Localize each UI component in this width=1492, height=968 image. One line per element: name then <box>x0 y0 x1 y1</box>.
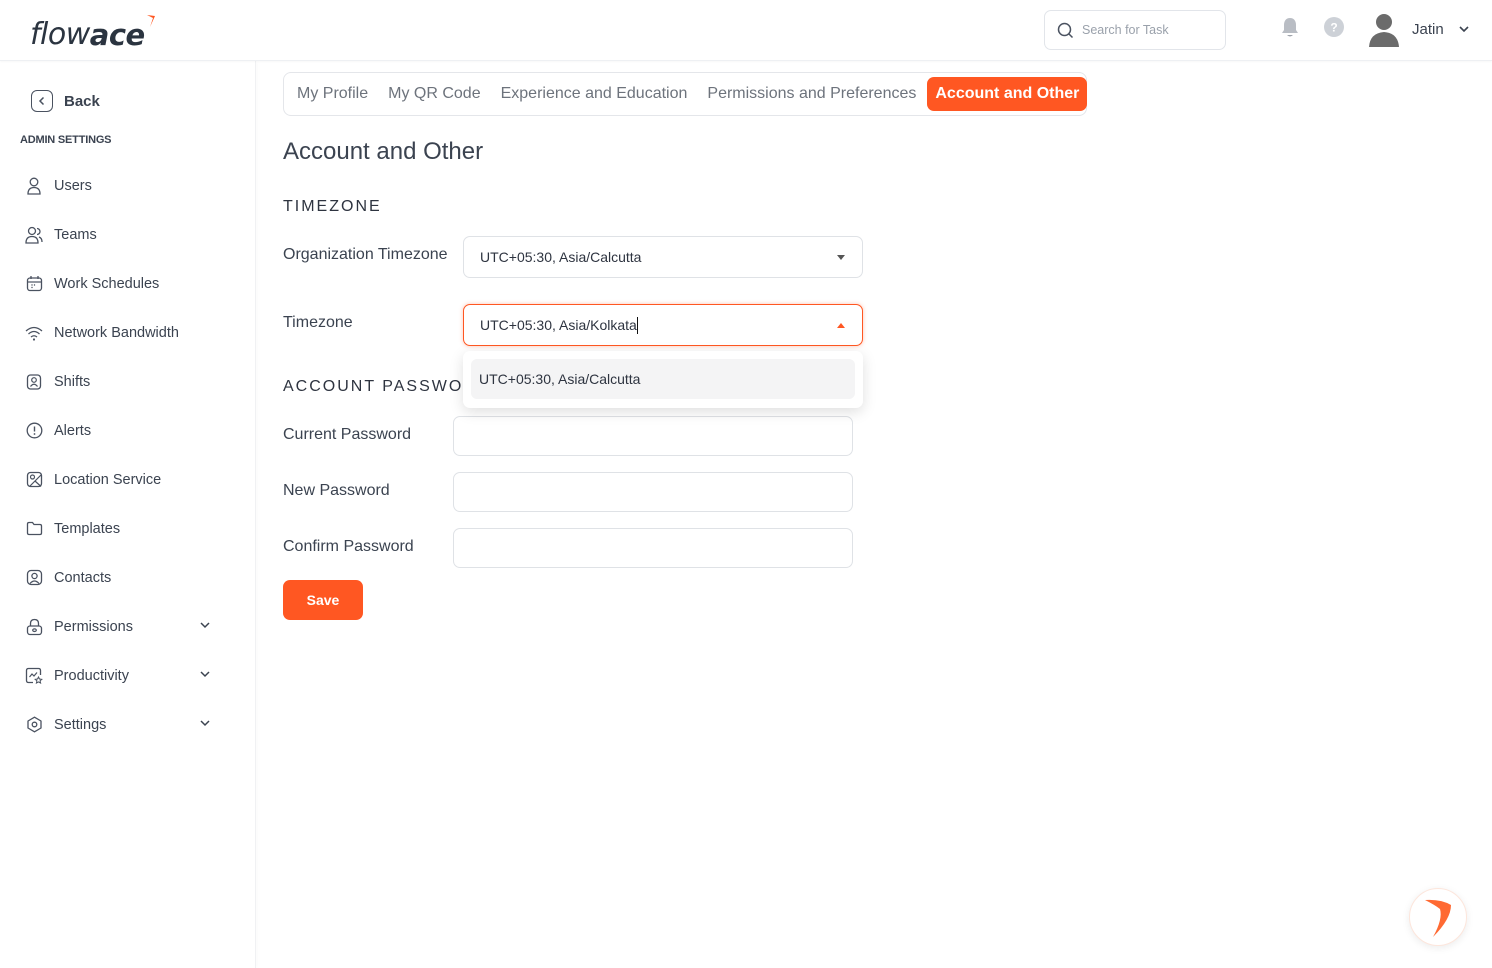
chevron-down-icon <box>200 622 210 629</box>
current-password-input[interactable] <box>453 416 853 456</box>
sidebar-item-label: Templates <box>54 520 121 537</box>
tab-my-qr-code[interactable]: My QR Code <box>381 77 487 111</box>
sidebar-item-shifts[interactable]: Shifts <box>25 357 225 406</box>
chevron-down-icon <box>200 671 210 678</box>
sidebar-item-work-schedules[interactable]: Work Schedules <box>25 259 225 308</box>
top-bar: flowace ? Jatin <box>0 0 1492 61</box>
sidebar-item-contacts[interactable]: Contacts <box>25 553 225 602</box>
caret-up-icon <box>837 323 845 328</box>
sidebar-item-location-service[interactable]: Location Service <box>25 455 225 504</box>
productivity-chart-icon <box>25 667 43 685</box>
timezone-section-heading: TIMEZONE <box>283 198 382 215</box>
sidebar-item-alerts[interactable]: Alerts <box>25 406 225 455</box>
sidebar-item-label: Teams <box>54 226 97 243</box>
flowace-logo[interactable]: flow ace <box>30 10 155 50</box>
alert-circle-icon <box>25 422 43 440</box>
svg-text:?: ? <box>1330 21 1337 35</box>
chevron-down-icon <box>200 720 210 727</box>
logo-swoosh-icon <box>146 15 155 27</box>
profile-tabs: My Profile My QR Code Experience and Edu… <box>283 72 1088 116</box>
org-timezone-label: Organization Timezone <box>283 246 448 263</box>
calendar-icon <box>25 275 43 293</box>
org-timezone-select[interactable]: UTC+05:30, Asia/Calcutta <box>463 236 863 278</box>
sidebar-item-label: Location Service <box>54 471 162 488</box>
text-cursor <box>636 316 638 334</box>
user-name: Jatin <box>1412 20 1444 38</box>
tab-experience-and-education[interactable]: Experience and Education <box>494 77 695 111</box>
timezone-dropdown-menu: UTC+05:30, Asia/Calcutta <box>463 351 863 408</box>
back-button[interactable]: Back <box>31 90 100 112</box>
sidebar-item-settings[interactable]: Settings <box>25 700 225 749</box>
new-password-label: New Password <box>283 482 390 499</box>
user-icon <box>25 177 43 195</box>
sidebar-item-label: Work Schedules <box>54 275 160 292</box>
timezone-input-value[interactable]: UTC+05:30, Asia/Kolkata <box>480 317 637 333</box>
sidebar: Back ADMIN SETTINGS Users Teams Work Sch… <box>0 61 256 968</box>
confirm-password-input[interactable] <box>453 528 853 568</box>
timezone-option[interactable]: UTC+05:30, Asia/Calcutta <box>471 359 855 399</box>
sidebar-item-label: Network Bandwidth <box>54 324 179 341</box>
notifications-bell-icon[interactable] <box>1281 17 1299 44</box>
tab-permissions-and-preferences[interactable]: Permissions and Preferences <box>700 77 923 111</box>
sidebar-item-label: Users <box>54 177 92 194</box>
logo-text-bold: ace <box>89 18 145 52</box>
wifi-icon <box>25 324 43 342</box>
sidebar-item-label: Permissions <box>54 618 133 635</box>
sidebar-item-templates[interactable]: Templates <box>25 504 225 553</box>
sidebar-item-label: Alerts <box>54 422 92 439</box>
sidebar-item-teams[interactable]: Teams <box>25 210 225 259</box>
users-icon <box>25 226 43 244</box>
sidebar-item-permissions[interactable]: Permissions <box>25 602 225 651</box>
sidebar-item-users[interactable]: Users <box>25 161 225 210</box>
lock-icon <box>25 618 43 636</box>
caret-down-icon <box>837 255 845 260</box>
timezone-select[interactable]: UTC+05:30, Asia/Kolkata <box>463 304 863 346</box>
chevron-down-icon <box>1459 26 1469 33</box>
org-timezone-value: UTC+05:30, Asia/Calcutta <box>480 249 642 265</box>
sidebar-item-productivity[interactable]: Productivity <box>25 651 225 700</box>
sidebar-item-label: Settings <box>54 716 107 733</box>
admin-settings-heading: ADMIN SETTINGS <box>20 134 112 146</box>
tab-my-profile[interactable]: My Profile <box>290 77 375 111</box>
timezone-label: Timezone <box>283 314 353 331</box>
logo-text-light: flow <box>30 17 90 52</box>
confirm-password-label: Confirm Password <box>283 538 414 555</box>
avatar-icon <box>1369 14 1399 47</box>
page-title: Account and Other <box>283 138 484 165</box>
help-question-icon[interactable]: ? <box>1324 17 1344 42</box>
back-label: Back <box>64 92 100 110</box>
sidebar-item-label: Productivity <box>54 667 129 684</box>
folder-icon <box>25 520 43 538</box>
flowace-swoosh-icon <box>1425 899 1451 937</box>
settings-hexagon-icon <box>25 716 43 734</box>
sidebar-item-label: Shifts <box>54 373 91 390</box>
sidebar-nav: Users Teams Work Schedules Network Bandw… <box>25 161 225 749</box>
flowace-assistant-button[interactable] <box>1409 888 1467 946</box>
search-box[interactable] <box>1044 10 1226 50</box>
tab-account-and-other[interactable]: Account and Other <box>927 77 1088 111</box>
chevron-left-icon <box>31 90 53 112</box>
sidebar-item-network-bandwidth[interactable]: Network Bandwidth <box>25 308 225 357</box>
new-password-input[interactable] <box>453 472 853 512</box>
current-password-label: Current Password <box>283 426 412 443</box>
search-input[interactable] <box>1082 23 1212 37</box>
account-password-section-heading: ACCOUNT PASSWORD <box>283 378 491 395</box>
user-menu[interactable]: Jatin <box>1366 11 1470 47</box>
badge-user-icon <box>25 373 43 391</box>
search-icon <box>1057 22 1074 38</box>
map-pin-icon <box>25 471 43 489</box>
sidebar-item-label: Contacts <box>54 569 112 586</box>
contact-icon <box>25 569 43 587</box>
save-button[interactable]: Save <box>283 580 363 620</box>
